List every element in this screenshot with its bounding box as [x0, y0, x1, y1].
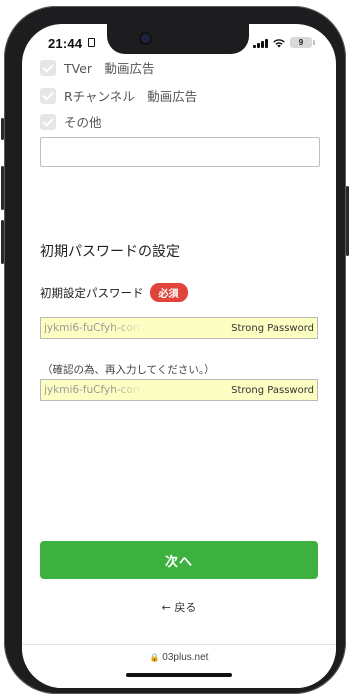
volume-down-button: [1, 220, 4, 264]
camera-icon: [141, 34, 150, 43]
confirm-password-value: jykmi6-fuCfyh-corrk: [44, 384, 144, 396]
orientation-lock-icon: [88, 38, 95, 47]
password-field-label: 初期設定パスワード 必須: [40, 283, 188, 302]
checkbox-label: その他: [64, 115, 102, 130]
screen: TVer 動画広告 Rチャンネル 動画広告 その他 初期パスワードの設定 初期設…: [22, 24, 336, 688]
password-label-text: 初期設定パスワード: [40, 285, 144, 300]
strong-password-hint: Strong Password: [231, 322, 314, 334]
lock-icon: 🔒: [149, 653, 160, 662]
phone-frame: TVer 動画広告 Rチャンネル 動画広告 その他 初期パスワードの設定 初期設…: [1, 6, 349, 694]
wifi-icon: [273, 38, 285, 47]
home-indicator[interactable]: [126, 673, 232, 677]
checkbox-box[interactable]: [40, 113, 56, 130]
battery-icon: 9: [290, 37, 315, 48]
checkbox-r-channel[interactable]: Rチャンネル 動画広告: [40, 86, 197, 105]
checkbox-box[interactable]: [40, 87, 56, 104]
strong-password-hint: Strong Password: [231, 384, 314, 396]
checkbox-label: TVer 動画広告: [64, 61, 155, 76]
status-icons: 9: [253, 37, 315, 48]
next-button[interactable]: 次へ: [40, 541, 318, 579]
checkbox-tver[interactable]: TVer 動画広告: [40, 58, 155, 77]
password-input[interactable]: jykmi6-fuCfyh-corrk Strong Password: [40, 317, 318, 339]
other-text-input[interactable]: [40, 137, 320, 167]
mute-switch: [1, 118, 4, 140]
checkbox-box[interactable]: [40, 59, 56, 76]
page-content: TVer 動画広告 Rチャンネル 動画広告 その他 初期パスワードの設定 初期設…: [22, 24, 336, 688]
url-domain: 03plus.net: [162, 652, 209, 663]
browser-url-bar[interactable]: 🔒 03plus.net: [22, 644, 336, 688]
notch: [107, 24, 249, 54]
back-link[interactable]: ← 戻る: [22, 599, 336, 615]
status-time: 21:44: [48, 36, 83, 51]
checkbox-other[interactable]: その他: [40, 112, 102, 131]
url-display: 🔒 03plus.net: [22, 652, 336, 663]
volume-up-button: [1, 166, 4, 210]
confirm-note: （確認の為、再入力してください。）: [42, 364, 215, 376]
required-badge: 必須: [149, 283, 188, 302]
power-button: [346, 186, 349, 256]
checkbox-label: Rチャンネル 動画広告: [64, 89, 198, 104]
password-value: jykmi6-fuCfyh-corrk: [44, 322, 144, 334]
confirm-password-input[interactable]: jykmi6-fuCfyh-corrk Strong Password: [40, 379, 318, 401]
cellular-signal-icon: [253, 38, 268, 48]
section-title: 初期パスワードの設定: [40, 244, 180, 260]
